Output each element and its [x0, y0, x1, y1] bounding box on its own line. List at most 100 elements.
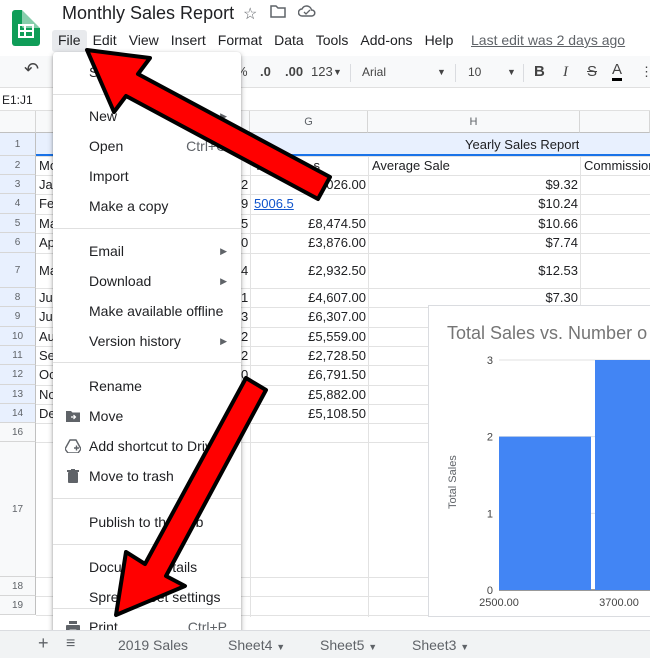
total-cell[interactable]: £3,876.00 — [250, 234, 366, 252]
last-edit-link[interactable]: Last edit was 2 days ago — [471, 30, 625, 50]
embedded-chart[interactable]: Total Sales vs. Number o Total Sales 0 1 2… — [428, 305, 650, 617]
total-cell[interactable]: £5,108.50 — [250, 405, 366, 423]
menu-item-trash[interactable]: Move to trash — [53, 462, 241, 490]
undo-icon[interactable]: ↶ — [24, 59, 39, 79]
column-header-g[interactable]: G — [250, 111, 368, 133]
row-header[interactable]: 8 — [0, 288, 36, 307]
count-cell[interactable]: 2 — [241, 176, 248, 194]
row-header[interactable]: 11 — [0, 346, 36, 365]
total-cell[interactable]: £4,026.00 — [250, 176, 366, 194]
bold-button[interactable]: B — [534, 62, 545, 82]
select-all-corner[interactable] — [0, 111, 36, 133]
more-formats-button[interactable]: 123 — [311, 62, 333, 82]
row-header[interactable]: 13 — [0, 385, 36, 404]
menu-view[interactable]: View — [123, 30, 165, 52]
document-title[interactable]: Monthly Sales Report — [62, 3, 234, 24]
total-cell[interactable]: 5006.5 — [254, 195, 294, 213]
count-cell[interactable]: 1 — [241, 289, 248, 307]
header-cell-g[interactable]: Total s — [254, 157, 320, 175]
month-cell[interactable]: Ju — [39, 308, 53, 326]
sheet-tab-2019-sales[interactable]: 2019 Sales — [118, 635, 188, 655]
menu-item-share[interactable]: Share — [53, 58, 241, 86]
text-color-button[interactable]: A — [612, 62, 623, 81]
sheet-tab-sheet5[interactable]: Sheet5 ▼ — [320, 635, 377, 657]
row-header[interactable]: 14 — [0, 404, 36, 423]
total-cell[interactable]: £4,607.00 — [250, 289, 366, 307]
count-cell[interactable]: 3 — [241, 308, 248, 326]
add-sheet-button[interactable]: + — [38, 633, 49, 653]
header-cell-h[interactable]: Average Sale — [372, 157, 450, 175]
menu-item-document-details[interactable]: Document details — [53, 553, 241, 581]
count-cell[interactable]: 5 — [241, 215, 248, 233]
row-header[interactable]: 7 — [0, 253, 36, 288]
row-header[interactable]: 5 — [0, 214, 36, 233]
month-cell[interactable]: Fe — [39, 195, 54, 213]
menu-item-rename[interactable]: Rename — [53, 372, 241, 400]
sheets-logo-icon[interactable] — [12, 10, 40, 46]
sheet-title-cell[interactable]: Yearly Sales Report — [465, 136, 579, 154]
strikethrough-button[interactable]: S — [587, 62, 597, 82]
cloud-status-icon[interactable] — [297, 4, 316, 23]
row-header[interactable]: 12 — [0, 365, 36, 385]
menu-item-version-history[interactable]: Version history ▶ — [53, 327, 241, 355]
column-header-h[interactable]: H — [368, 111, 580, 133]
row-header[interactable]: 16 — [0, 423, 36, 442]
count-cell[interactable]: 0 — [241, 366, 248, 384]
average-cell[interactable]: $10.24 — [368, 195, 578, 213]
menu-item-email[interactable]: Email ▶ — [53, 237, 241, 265]
total-cell[interactable]: £5,559.00 — [250, 328, 366, 346]
total-cell[interactable]: £6,307.00 — [250, 308, 366, 326]
menu-item-new[interactable]: New ▶ — [53, 102, 241, 130]
menu-item-publish[interactable]: Publish to the web — [53, 508, 241, 536]
sheet-tab-sheet4[interactable]: Sheet4 ▼ — [228, 635, 285, 657]
header-cell-i[interactable]: Commission — [584, 157, 650, 175]
increase-decimal-button[interactable]: .00 — [285, 62, 303, 82]
row-header[interactable]: 10 — [0, 327, 36, 346]
row-header[interactable]: 2 — [0, 156, 36, 175]
row-header[interactable]: 6 — [0, 233, 36, 253]
average-cell[interactable]: $10.66 — [368, 215, 578, 233]
font-select[interactable]: Arial — [362, 62, 386, 82]
italic-button[interactable]: I — [563, 62, 568, 82]
decrease-decimal-button[interactable]: .0 — [260, 62, 271, 82]
month-cell[interactable]: Ja — [39, 176, 53, 194]
month-cell[interactable]: Ju — [39, 289, 53, 307]
move-folder-icon[interactable] — [270, 4, 286, 23]
row-header[interactable]: 18 — [0, 577, 36, 596]
menu-item-offline[interactable]: Make available offline — [53, 297, 241, 325]
average-cell[interactable]: $9.32 — [368, 176, 578, 194]
menu-item-make-copy[interactable]: Make a copy — [53, 192, 241, 220]
menu-file[interactable]: File — [52, 30, 87, 52]
row-header[interactable]: 9 — [0, 307, 36, 327]
row-header[interactable]: 3 — [0, 175, 36, 194]
total-cell[interactable]: £8,474.50 — [250, 215, 366, 233]
row-header[interactable]: 4 — [0, 194, 36, 214]
sheet-tab-sheet3[interactable]: Sheet3 ▼ — [412, 635, 469, 657]
column-header[interactable] — [580, 111, 650, 133]
star-icon[interactable]: ☆ — [243, 4, 257, 24]
average-cell[interactable]: $7.74 — [368, 234, 578, 252]
menu-item-import[interactable]: Import — [53, 162, 241, 190]
menu-addons[interactable]: Add-ons — [354, 30, 418, 52]
all-sheets-button[interactable]: ≡ — [66, 634, 75, 654]
menu-format[interactable]: Format — [212, 30, 268, 52]
menu-item-open[interactable]: Open Ctrl+O — [53, 132, 241, 160]
total-cell[interactable]: £2,728.50 — [250, 347, 366, 365]
total-cell[interactable]: £6,791.50 — [250, 366, 366, 384]
menu-item-move[interactable]: Move — [53, 402, 241, 430]
count-cell[interactable]: 0 — [241, 386, 248, 404]
count-cell[interactable]: 9 — [241, 195, 248, 213]
menu-insert[interactable]: Insert — [165, 30, 212, 52]
row-header[interactable]: 19 — [0, 596, 36, 615]
count-cell[interactable]: 4 — [241, 262, 248, 280]
row-header[interactable]: 1 — [0, 133, 36, 156]
menu-edit[interactable]: Edit — [87, 30, 123, 52]
name-box[interactable]: E1:J1 — [2, 93, 33, 107]
average-cell[interactable]: $12.53 — [368, 262, 578, 280]
menu-tools[interactable]: Tools — [310, 30, 355, 52]
total-cell[interactable]: £5,882.00 — [250, 386, 366, 404]
count-cell[interactable]: 2 — [241, 347, 248, 365]
menu-item-add-shortcut[interactable]: Add shortcut to Drive — [53, 432, 241, 460]
menu-item-spreadsheet-settings[interactable]: Spreadsheet settings — [53, 583, 241, 611]
count-cell[interactable]: 0 — [241, 234, 248, 252]
